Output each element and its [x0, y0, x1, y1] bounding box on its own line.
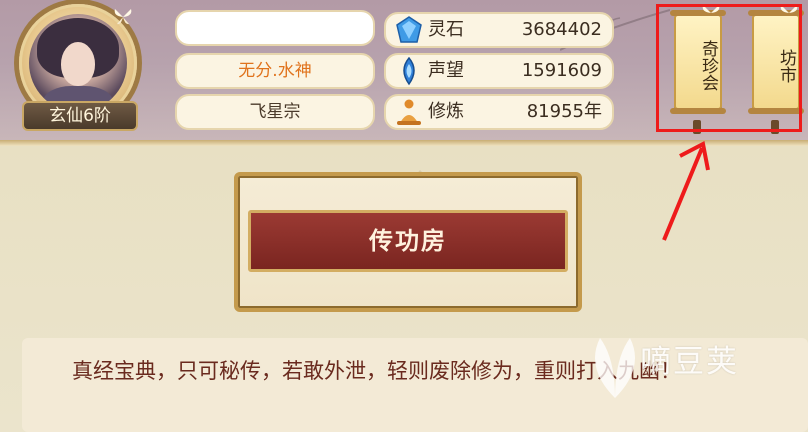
watermark-text: 嘀豆荚	[640, 344, 739, 380]
rank-badge: 玄仙6阶	[22, 101, 138, 131]
stat-label: 灵石	[428, 19, 464, 40]
highlight-box	[656, 4, 802, 132]
stat-label: 修炼	[428, 101, 464, 122]
cultivation-icon	[397, 99, 421, 125]
stat-value: 81955年	[526, 101, 602, 122]
player-name-field	[175, 10, 375, 46]
butterfly-icon	[114, 9, 132, 25]
reputation-icon	[403, 56, 415, 86]
hall-title-banner: 传功房	[248, 210, 568, 272]
avatar-portrait	[29, 14, 127, 112]
stat-reputation: 声望 1591609	[384, 53, 614, 89]
stat-spirit-stone: 灵石 3684402	[384, 12, 614, 48]
stat-value: 1591609	[521, 60, 602, 81]
stat-value: 3684402	[521, 19, 602, 40]
stat-label: 声望	[428, 60, 464, 81]
player-sect-field: 飞星宗	[175, 94, 375, 130]
red-arrow-icon	[662, 140, 710, 241]
spirit-stone-icon	[396, 16, 422, 43]
stat-cultivation: 修炼 81955年	[384, 94, 614, 130]
player-title-field: 无分.水神	[175, 53, 375, 89]
watermark: 嘀豆荚	[540, 318, 780, 408]
